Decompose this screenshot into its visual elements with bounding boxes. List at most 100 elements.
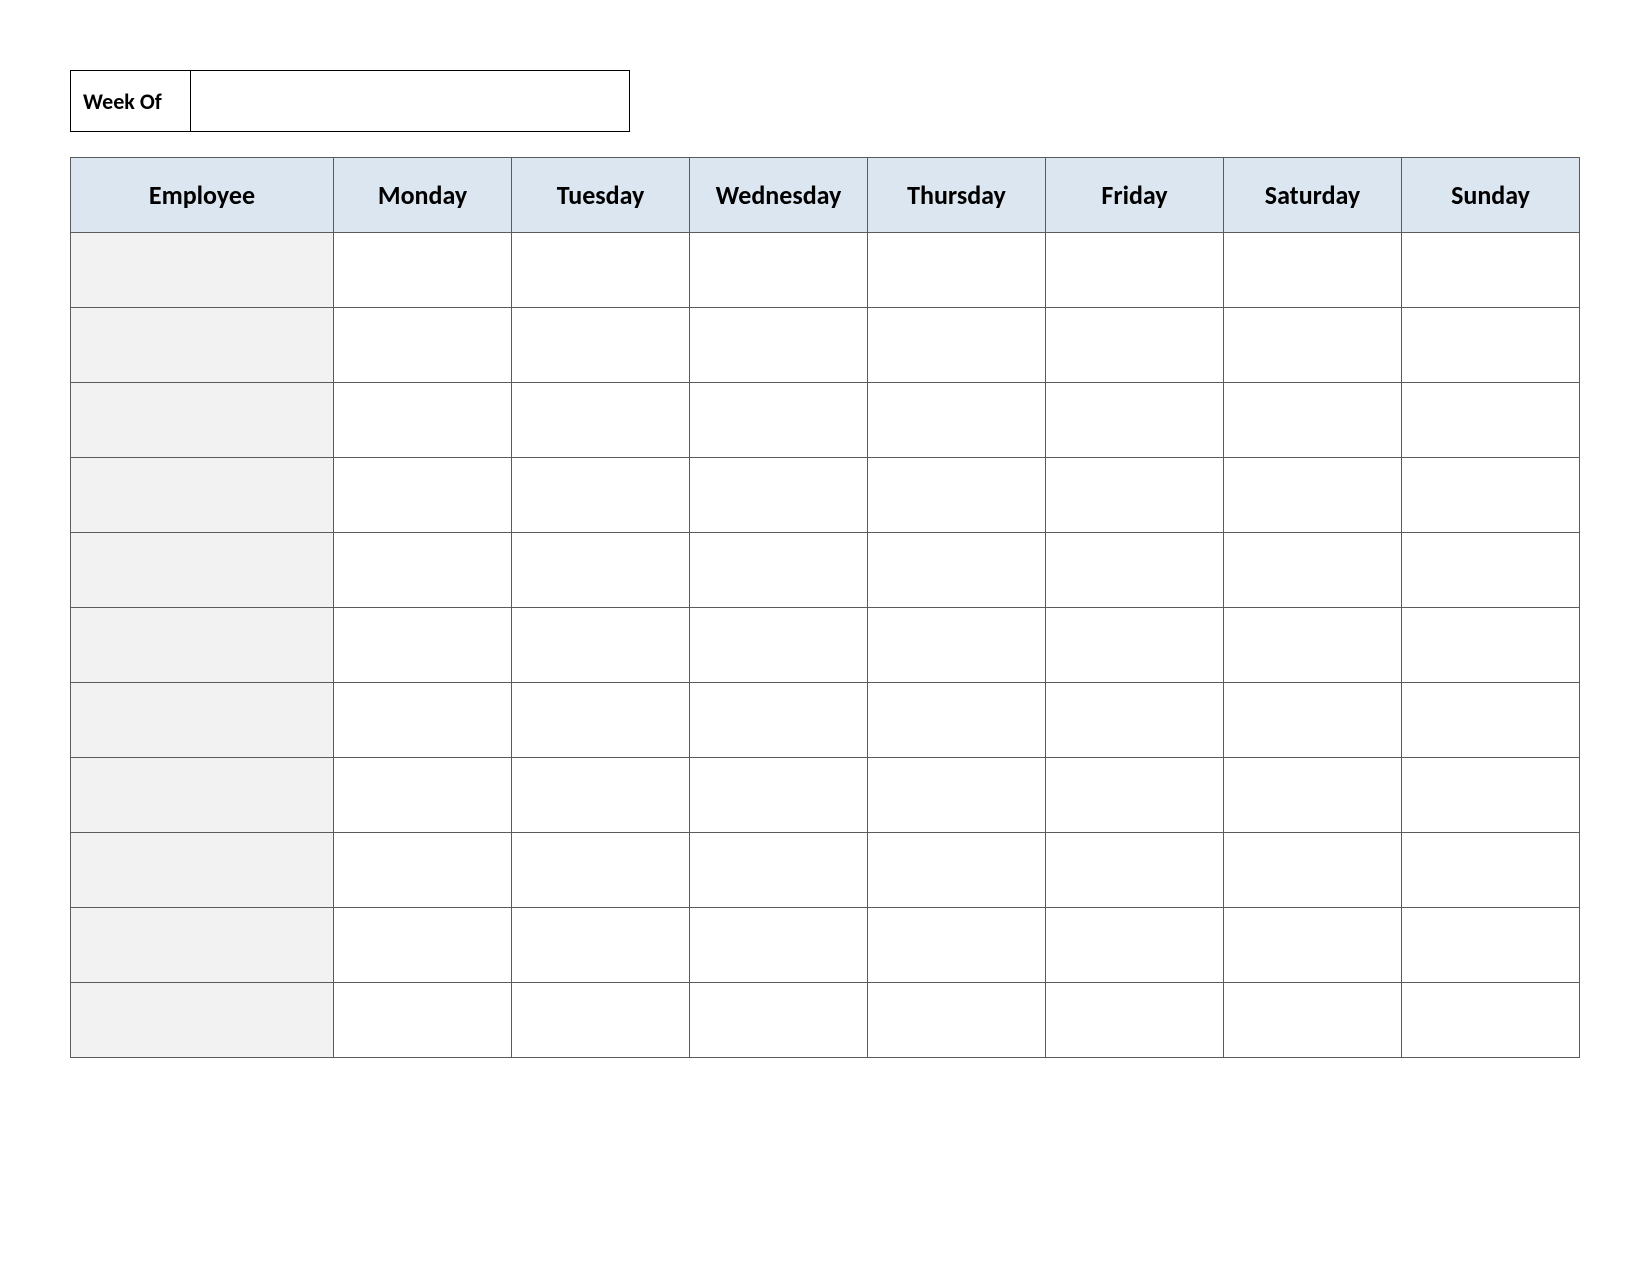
schedule-cell[interactable] (868, 683, 1046, 758)
employee-cell[interactable] (71, 683, 334, 758)
schedule-cell[interactable] (868, 458, 1046, 533)
schedule-cell[interactable] (334, 533, 512, 608)
schedule-cell[interactable] (1402, 908, 1580, 983)
schedule-cell[interactable] (334, 608, 512, 683)
employee-cell[interactable] (71, 833, 334, 908)
schedule-cell[interactable] (512, 608, 690, 683)
employee-cell[interactable] (71, 458, 334, 533)
schedule-cell[interactable] (1046, 683, 1224, 758)
schedule-cell[interactable] (1046, 233, 1224, 308)
schedule-cell[interactable] (334, 458, 512, 533)
schedule-cell[interactable] (334, 683, 512, 758)
schedule-cell[interactable] (1224, 308, 1402, 383)
schedule-cell[interactable] (1224, 908, 1402, 983)
employee-cell[interactable] (71, 308, 334, 383)
schedule-cell[interactable] (512, 983, 690, 1058)
schedule-cell[interactable] (1224, 833, 1402, 908)
schedule-cell[interactable] (690, 383, 868, 458)
schedule-cell[interactable] (1224, 608, 1402, 683)
schedule-cell[interactable] (1402, 983, 1580, 1058)
schedule-cell[interactable] (690, 683, 868, 758)
schedule-cell[interactable] (1224, 458, 1402, 533)
schedule-cell[interactable] (1224, 983, 1402, 1058)
employee-cell[interactable] (71, 608, 334, 683)
schedule-cell[interactable] (512, 383, 690, 458)
schedule-cell[interactable] (1224, 758, 1402, 833)
employee-cell[interactable] (71, 383, 334, 458)
schedule-cell[interactable] (690, 608, 868, 683)
employee-cell[interactable] (71, 983, 334, 1058)
schedule-cell[interactable] (1046, 458, 1224, 533)
schedule-cell[interactable] (868, 608, 1046, 683)
schedule-cell[interactable] (512, 908, 690, 983)
schedule-cell[interactable] (512, 533, 690, 608)
schedule-cell[interactable] (1402, 608, 1580, 683)
schedule-cell[interactable] (1046, 308, 1224, 383)
employee-cell[interactable] (71, 533, 334, 608)
schedule-cell[interactable] (868, 833, 1046, 908)
schedule-cell[interactable] (1402, 233, 1580, 308)
schedule-cell[interactable] (868, 533, 1046, 608)
schedule-cell[interactable] (512, 758, 690, 833)
schedule-cell[interactable] (690, 833, 868, 908)
schedule-cell[interactable] (1046, 383, 1224, 458)
schedule-table: Employee Monday Tuesday Wednesday Thursd… (70, 157, 1580, 1058)
col-header-wednesday: Wednesday (690, 158, 868, 233)
table-row (71, 758, 1580, 833)
schedule-cell[interactable] (1402, 533, 1580, 608)
schedule-cell[interactable] (1046, 983, 1224, 1058)
schedule-cell[interactable] (690, 308, 868, 383)
schedule-cell[interactable] (868, 383, 1046, 458)
schedule-cell[interactable] (1224, 233, 1402, 308)
schedule-cell[interactable] (1402, 458, 1580, 533)
col-header-thursday: Thursday (868, 158, 1046, 233)
table-row (71, 533, 1580, 608)
schedule-cell[interactable] (868, 758, 1046, 833)
schedule-cell[interactable] (1402, 383, 1580, 458)
schedule-cell[interactable] (1046, 833, 1224, 908)
schedule-cell[interactable] (1046, 533, 1224, 608)
schedule-cell[interactable] (334, 983, 512, 1058)
schedule-cell[interactable] (1224, 683, 1402, 758)
schedule-cell[interactable] (334, 383, 512, 458)
schedule-cell[interactable] (868, 908, 1046, 983)
schedule-cell[interactable] (1402, 758, 1580, 833)
schedule-cell[interactable] (512, 458, 690, 533)
schedule-cell[interactable] (334, 308, 512, 383)
col-header-employee: Employee (71, 158, 334, 233)
schedule-cell[interactable] (868, 308, 1046, 383)
schedule-cell[interactable] (1402, 308, 1580, 383)
table-row (71, 458, 1580, 533)
employee-cell[interactable] (71, 908, 334, 983)
schedule-cell[interactable] (690, 983, 868, 1058)
schedule-cell[interactable] (1046, 758, 1224, 833)
schedule-cell[interactable] (868, 983, 1046, 1058)
schedule-cell[interactable] (690, 458, 868, 533)
week-of-input[interactable] (190, 70, 630, 132)
schedule-cell[interactable] (1402, 833, 1580, 908)
schedule-cell[interactable] (690, 533, 868, 608)
schedule-cell[interactable] (512, 833, 690, 908)
schedule-cell[interactable] (334, 908, 512, 983)
schedule-cell[interactable] (512, 683, 690, 758)
table-row (71, 233, 1580, 308)
schedule-cell[interactable] (690, 908, 868, 983)
schedule-cell[interactable] (1224, 533, 1402, 608)
schedule-cell[interactable] (1046, 908, 1224, 983)
schedule-cell[interactable] (1046, 608, 1224, 683)
schedule-cell[interactable] (334, 833, 512, 908)
employee-cell[interactable] (71, 758, 334, 833)
schedule-cell[interactable] (512, 308, 690, 383)
schedule-cell[interactable] (868, 233, 1046, 308)
employee-cell[interactable] (71, 233, 334, 308)
schedule-cell[interactable] (690, 758, 868, 833)
schedule-cell[interactable] (1224, 383, 1402, 458)
table-row (71, 983, 1580, 1058)
schedule-cell[interactable] (334, 233, 512, 308)
table-row (71, 908, 1580, 983)
schedule-cell[interactable] (334, 758, 512, 833)
schedule-cell[interactable] (1402, 683, 1580, 758)
table-row (71, 683, 1580, 758)
schedule-cell[interactable] (690, 233, 868, 308)
schedule-cell[interactable] (512, 233, 690, 308)
